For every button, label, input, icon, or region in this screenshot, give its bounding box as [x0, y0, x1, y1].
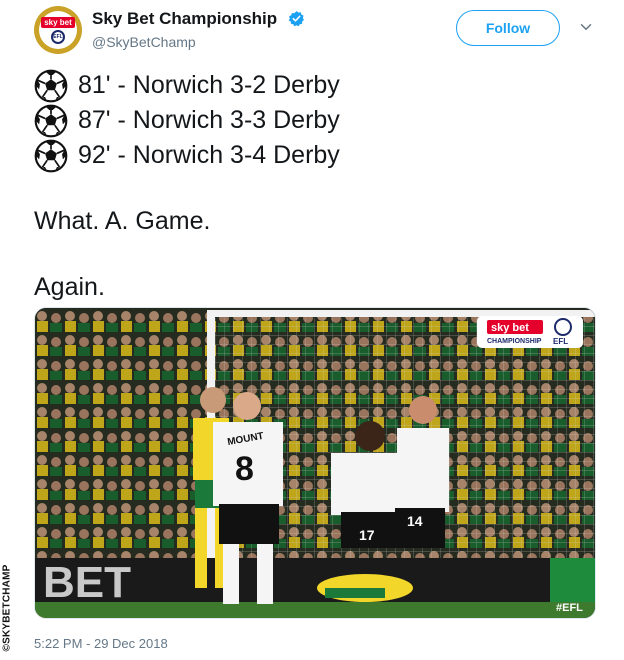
tweet-media-photo[interactable]: BET MOUNT 8 17 14 sky bet CHAMPIONSHIP E…: [34, 307, 596, 619]
avatar-sky-text: sky bet: [41, 16, 75, 28]
hashtag-watermark: #EFL: [556, 602, 583, 614]
tweet-line-text: 81' - Norwich 3-2 Derby: [78, 71, 340, 99]
shirt-number: 8: [235, 450, 254, 488]
soccer-ball-icon: [34, 104, 68, 137]
photo-credit-text: ©SKYBETCHAMP: [1, 564, 13, 652]
avatar-efl-badge: EFL: [51, 29, 65, 44]
efl-logo-text: EFL: [553, 337, 568, 346]
tweet-paragraph: Again.: [34, 273, 105, 301]
verified-badge-icon: [288, 11, 304, 27]
tweet-line: 92' - Norwich 3-4 Derby: [34, 138, 604, 173]
tweet-line: 81' - Norwich 3-2 Derby: [34, 68, 604, 103]
photo-credit: ©SKYBETCHAMP: [0, 560, 14, 656]
follow-button[interactable]: Follow: [456, 10, 560, 46]
soccer-ball-icon: [34, 69, 68, 102]
tweet-text: 81' - Norwich 3-2 Derby 87' - Norwich 3-…: [34, 68, 604, 305]
soccer-ball-icon: [34, 139, 68, 172]
chevron-down-icon[interactable]: [577, 18, 595, 36]
tweet-timestamp[interactable]: 5:22 PM - 29 Dec 2018: [34, 636, 168, 651]
account-handle[interactable]: @SkyBetChamp: [92, 34, 196, 50]
shirt-number: 14: [407, 513, 423, 529]
tweet-header: sky bet EFL Sky Bet Championship @SkyBet…: [34, 6, 604, 56]
tweet-line-text: 92' - Norwich 3-4 Derby: [78, 141, 340, 169]
shirt-number: 17: [359, 527, 375, 543]
tweet-line: 87' - Norwich 3-3 Derby: [34, 103, 604, 138]
avatar[interactable]: sky bet EFL: [34, 6, 82, 54]
ad-board-text: BET: [43, 558, 131, 607]
avatar-logo: sky bet EFL: [39, 11, 77, 49]
match-photo: BET MOUNT 8 17 14 sky bet CHAMPIONSHIP E…: [35, 308, 595, 618]
account-name[interactable]: Sky Bet Championship: [92, 9, 277, 29]
championship-logo-text: CHAMPIONSHIP: [487, 338, 542, 345]
sky-bet-logo-text: sky bet: [491, 322, 529, 334]
tweet-paragraph: What. A. Game.: [34, 207, 211, 235]
tweet-line-text: 87' - Norwich 3-3 Derby: [78, 106, 340, 134]
